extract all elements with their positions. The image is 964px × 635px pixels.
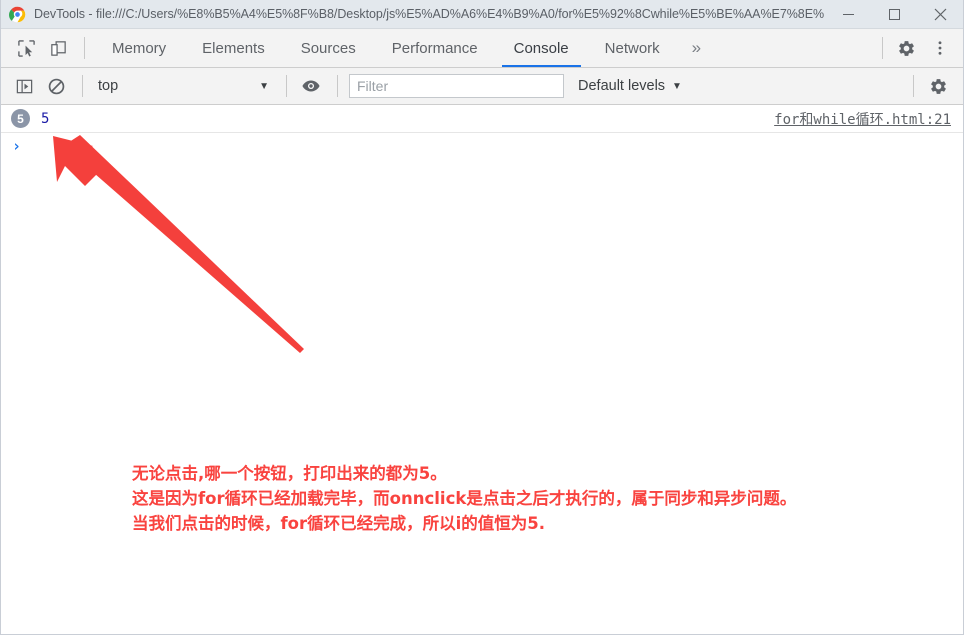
execution-context-value: top xyxy=(98,78,119,94)
filter-placeholder: Filter xyxy=(357,78,389,94)
more-tabs-button[interactable]: » xyxy=(678,29,715,67)
title-bar: DevTools - file:///C:/Users/%E8%B5%A4%E5… xyxy=(1,0,963,29)
console-sidebar-toggle-button[interactable] xyxy=(9,73,39,99)
annotation-line-1: 无论点击,哪一个按钮，打印出来的都为5。 xyxy=(132,464,447,483)
console-source-link[interactable]: for和while循环.html:21 xyxy=(774,109,951,129)
device-toolbar-button[interactable] xyxy=(43,34,73,62)
clear-console-icon xyxy=(48,78,64,94)
toolbar-divider xyxy=(882,37,883,59)
toolbar-divider xyxy=(286,75,287,97)
console-sidebar-toggle-icon xyxy=(16,79,32,93)
tab-console[interactable]: Console xyxy=(496,29,587,67)
device-toolbar-icon xyxy=(50,40,66,56)
console-prompt-row[interactable]: › xyxy=(1,133,963,159)
live-expression-button[interactable] xyxy=(296,73,326,99)
chrome-logo-icon xyxy=(9,6,26,23)
close-button[interactable] xyxy=(917,0,963,29)
tab-label: Sources xyxy=(300,39,356,57)
console-message-area[interactable]: 5 5 for和while循环.html:21 › 无论点击,哪一个按钮，打印出… xyxy=(1,105,963,633)
tab-label: Performance xyxy=(391,39,478,57)
tab-performance[interactable]: Performance xyxy=(374,29,496,67)
tab-label: Console xyxy=(513,39,569,57)
devtools-tab-bar: Memory Elements Sources Performance Cons… xyxy=(1,29,963,68)
tab-elements[interactable]: Elements xyxy=(184,29,283,67)
tab-memory[interactable]: Memory xyxy=(94,29,184,67)
devtools-window: DevTools - file:///C:/Users/%E8%B5%A4%E5… xyxy=(0,0,964,635)
execution-context-selector[interactable]: top ▼ xyxy=(92,74,277,98)
maximize-button[interactable] xyxy=(871,0,917,29)
prompt-chevron-icon: › xyxy=(12,137,22,155)
inspect-element-icon xyxy=(17,39,35,57)
console-filter-input[interactable]: Filter xyxy=(349,74,564,98)
gear-icon xyxy=(930,78,946,94)
toolbar-divider xyxy=(84,37,85,59)
annotation-text: 无论点击,哪一个按钮，打印出来的都为5。 这是因为for循环已经加载完毕，而on… xyxy=(132,461,796,536)
toolbar-divider xyxy=(913,75,914,97)
toolbar-divider xyxy=(337,75,338,97)
tab-label: Elements xyxy=(202,39,265,57)
console-log-row[interactable]: 5 5 for和while循环.html:21 xyxy=(1,105,963,133)
chevron-down-icon: ▼ xyxy=(259,80,269,92)
tab-bar-left-icons xyxy=(1,29,94,67)
chevron-down-icon: ▼ xyxy=(672,80,682,92)
annotation-line-3: 当我们点击的时候，for循环已经完成，所以i的值恒为5. xyxy=(132,514,546,533)
tab-network[interactable]: Network xyxy=(587,29,678,67)
minimize-icon xyxy=(842,13,854,15)
close-icon xyxy=(934,8,946,20)
tab-bar-right-icons xyxy=(878,29,963,67)
live-expression-eye-icon xyxy=(302,80,320,92)
panel-tabs: Memory Elements Sources Performance Cons… xyxy=(94,29,878,67)
devtools-settings-button[interactable] xyxy=(889,31,923,65)
kebab-menu-icon xyxy=(938,41,942,55)
chevron-double-right-icon: » xyxy=(691,38,702,57)
minimize-button[interactable] xyxy=(825,0,871,29)
clear-console-button[interactable] xyxy=(41,73,71,99)
message-repeat-count-badge: 5 xyxy=(11,109,30,128)
gear-icon xyxy=(898,40,914,56)
log-level-value: Default levels xyxy=(578,78,666,94)
console-settings-button[interactable] xyxy=(923,73,953,99)
toolbar-divider xyxy=(82,75,83,97)
tab-label: Network xyxy=(604,39,660,57)
inspect-element-button[interactable] xyxy=(11,34,41,62)
devtools-main-menu-button[interactable] xyxy=(923,31,957,65)
console-toolbar: top ▼ Filter Default levels ▼ xyxy=(1,68,963,105)
tab-sources[interactable]: Sources xyxy=(283,29,374,67)
window-controls xyxy=(825,0,963,29)
console-log-value: 5 xyxy=(41,110,50,127)
window-title: DevTools - file:///C:/Users/%E8%B5%A4%E5… xyxy=(34,7,825,21)
tab-label: Memory xyxy=(112,39,167,57)
log-level-selector[interactable]: Default levels ▼ xyxy=(578,74,682,98)
maximize-icon xyxy=(888,8,900,20)
annotation-line-2: 这是因为for循环已经加载完毕，而onnclick是点击之后才执行的，属于同步和… xyxy=(132,489,797,508)
